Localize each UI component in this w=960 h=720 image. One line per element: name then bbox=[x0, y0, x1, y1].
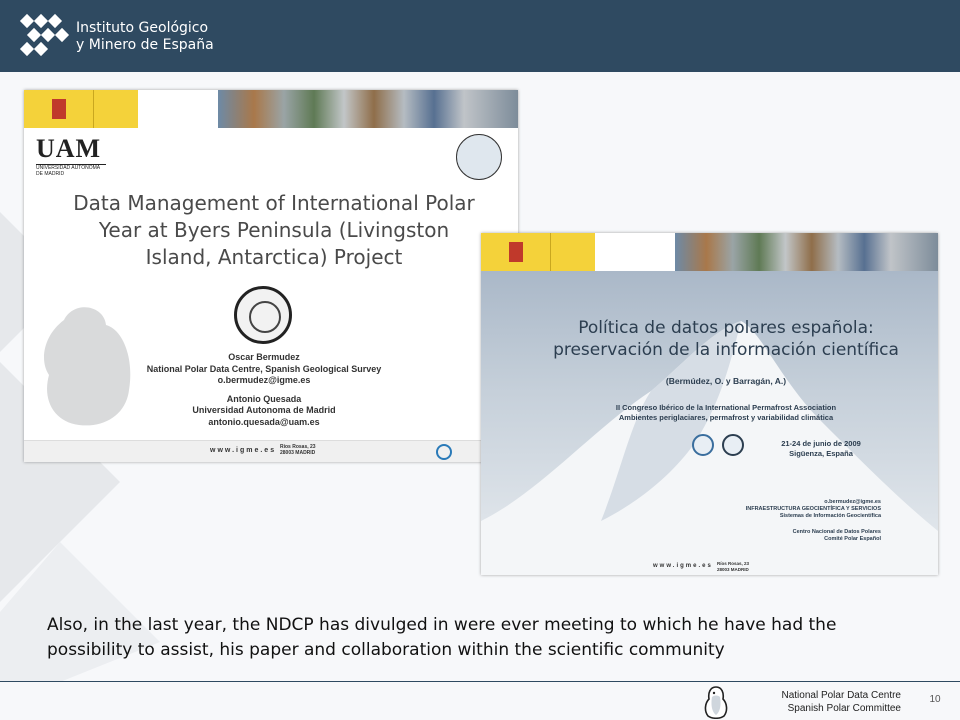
slide2-contact-centre: Centro Nacional de Datos Polares Comité … bbox=[681, 529, 881, 543]
address-line2: 28003 MADRID bbox=[280, 450, 316, 456]
author1-affiliation: National Polar Data Centre, Spanish Geol… bbox=[146, 363, 382, 374]
slide2-footer-web: www.igme.es bbox=[653, 563, 713, 569]
organization-name: Instituto Geológico y Minero de España bbox=[76, 20, 214, 54]
author2-affiliation: Universidad Autonoma de Madrid bbox=[192, 405, 336, 415]
slide1-footer-address: Ríos Rosas, 23 28003 MADRID bbox=[280, 444, 316, 456]
spain-coat-of-arms-icon bbox=[24, 90, 94, 128]
slide1-title: Data Management of International Polar Y… bbox=[64, 190, 484, 271]
photo-strip bbox=[675, 233, 938, 271]
ipy-seal-icon bbox=[234, 286, 292, 344]
header-bar: Instituto Geológico y Minero de España bbox=[0, 0, 960, 72]
slide2-title-line2: preservación de la información científic… bbox=[553, 340, 899, 360]
uam-abbrev: UAM bbox=[36, 134, 102, 163]
uam-logo: UAM UNIVERSIDAD AUTONOMA DE MADRID bbox=[36, 134, 106, 177]
contact-line2: INFRAESTRUCTURA GEOCIENTÍFICA Y SERVICIO… bbox=[745, 506, 881, 512]
ministry-logo bbox=[94, 90, 138, 128]
slide2-date: 21-24 de junio de 2009 Sigüenza, España bbox=[761, 439, 881, 459]
author2-name: Antonio Quesada bbox=[226, 393, 302, 404]
org-name-line1: Instituto Geológico bbox=[76, 20, 209, 36]
org-name-line2: y Minero de España bbox=[76, 37, 214, 53]
author2-email: antonio.quesada@uam.es bbox=[208, 416, 320, 427]
slide2-title: Política de datos polares española: pres… bbox=[521, 317, 931, 361]
author1-email: o.bermudez@igme.es bbox=[217, 375, 311, 385]
contact-line5: Comité Polar Español bbox=[824, 536, 881, 542]
slide1-title-line2: Year at Byers Peninsula (Livingston bbox=[98, 218, 450, 242]
igme-banner-logo bbox=[138, 90, 218, 128]
slide-thumbnail-politica-datos-polares[interactable]: Política de datos polares española: pres… bbox=[481, 233, 938, 575]
slide1-footer: www.igme.es Ríos Rosas, 23 28003 MADRID bbox=[24, 440, 518, 462]
footer-divider bbox=[0, 681, 960, 682]
slide2-footer-address: Ríos Rosas, 23 28003 MADRID bbox=[717, 561, 749, 572]
date-line1: 21-24 de junio de 2009 bbox=[781, 439, 861, 448]
photo-strip bbox=[218, 90, 518, 128]
penguin-emblem-icon bbox=[456, 134, 502, 180]
penguin-logo-icon bbox=[704, 686, 728, 719]
slide2-conference: II Congreso Ibérico de la International … bbox=[521, 403, 931, 423]
spain-coat-of-arms-icon bbox=[481, 233, 551, 271]
slide2-footer: www.igme.es Ríos Rosas, 23 28003 MADRID bbox=[481, 559, 938, 575]
page-number: 10 bbox=[929, 694, 941, 705]
conference-line2: Ambientes periglaciares, permafrost y va… bbox=[618, 413, 834, 422]
date-line2: Sigüenza, España bbox=[789, 449, 853, 458]
igme-banner-logo bbox=[595, 233, 675, 271]
igme-logo-icon bbox=[19, 13, 70, 57]
ministry-logo bbox=[551, 233, 595, 271]
contact-line3: Sistemas de Información Geocientífica bbox=[779, 513, 881, 519]
uam-name: UNIVERSIDAD AUTONOMA DE MADRID bbox=[36, 164, 106, 177]
thumbnail-banner bbox=[481, 233, 938, 271]
contact-line4: Centro Nacional de Datos Polares bbox=[792, 529, 881, 535]
address-line2: 28003 MADRID bbox=[717, 566, 749, 572]
thumbnail-banner bbox=[24, 90, 518, 128]
conference-logos-icon bbox=[692, 434, 744, 456]
author1-name: Oscar Bermudez bbox=[228, 352, 300, 362]
slide: Instituto Geológico y Minero de España U… bbox=[0, 0, 960, 720]
slide2-title-line1: Política de datos polares española: bbox=[578, 318, 874, 338]
slide2-contact: o.bermudez@igme.es INFRAESTRUCTURA GEOCI… bbox=[681, 499, 881, 520]
ipy-logo-icon bbox=[436, 444, 452, 460]
footer-line2: Spanish Polar Committee bbox=[787, 703, 901, 714]
slide1-title-line3: Island, Antarctica) Project bbox=[145, 245, 403, 269]
footer-line1: National Polar Data Centre bbox=[781, 690, 901, 701]
slide-thumbnail-ipy-data-management[interactable]: UAM UNIVERSIDAD AUTONOMA DE MADRID Data … bbox=[24, 90, 518, 462]
footer-organization: National Polar Data Centre Spanish Polar… bbox=[740, 689, 901, 715]
slide1-footer-web: www.igme.es bbox=[210, 447, 277, 454]
slide1-title-line1: Data Management of International Polar bbox=[73, 191, 475, 215]
slide-caption: Also, in the last year, the NDCP has div… bbox=[47, 615, 837, 660]
conference-line1: II Congreso Ibérico de la International … bbox=[615, 403, 837, 412]
slide2-authors: (Bermúdez, O. y Barragán, A.) bbox=[665, 376, 787, 386]
address-line1: Ríos Rosas, 23 bbox=[717, 561, 750, 566]
contact-line1: o.bermudez@igme.es bbox=[824, 499, 881, 505]
slide1-authors: Oscar Bermudez National Polar Data Centr… bbox=[124, 352, 404, 428]
